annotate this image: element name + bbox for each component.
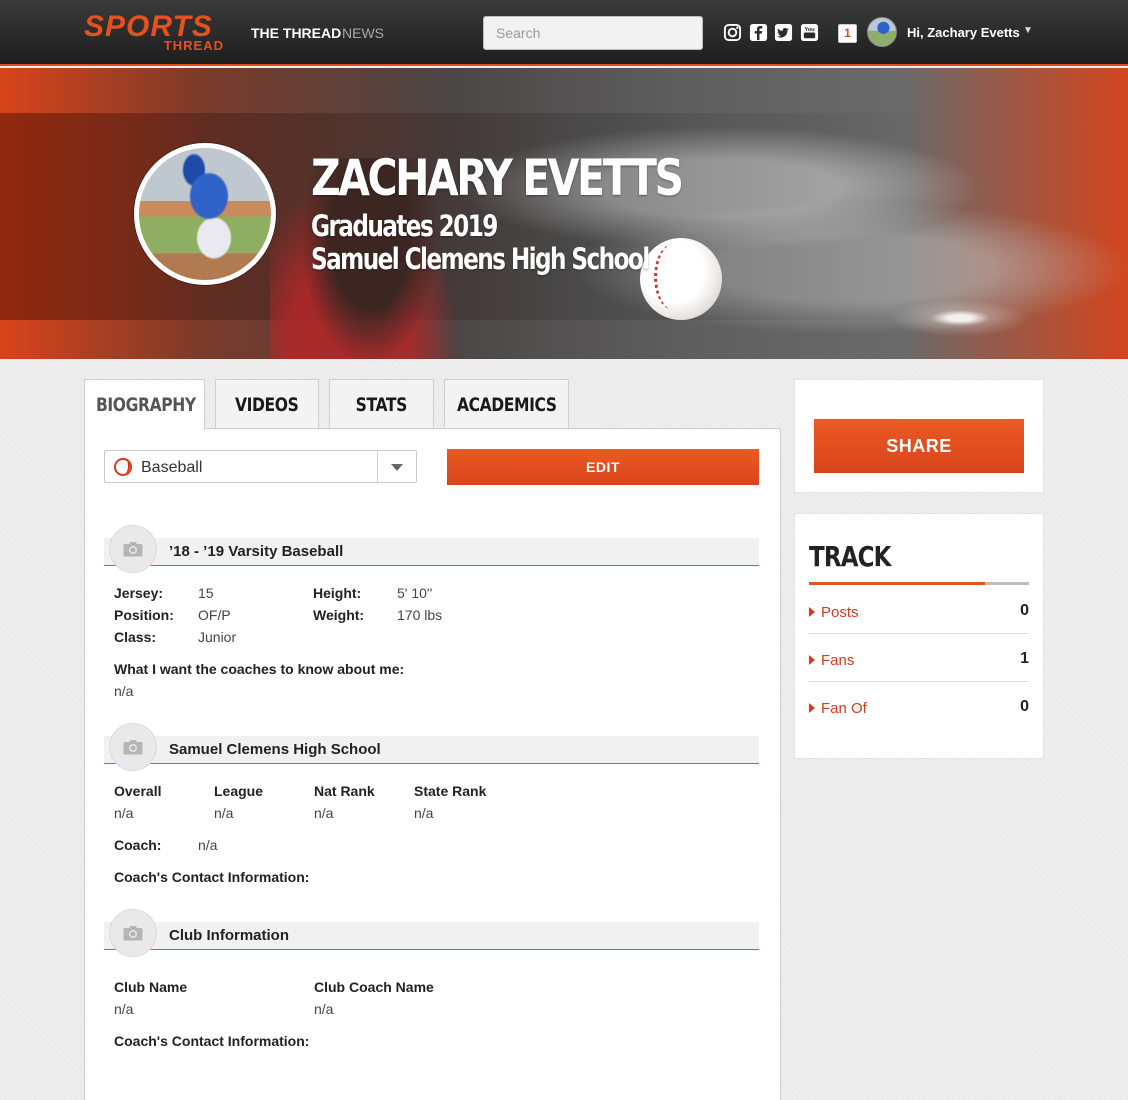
graduation-year: Graduates 2019 [311,209,498,243]
caret-right-icon [809,703,815,713]
track-title: TRACK [809,540,891,573]
overall-value: n/a [114,805,134,821]
camera-icon[interactable] [109,525,157,573]
nat-rank-value: n/a [314,805,334,821]
track-count: 0 [1020,602,1029,619]
sport-select[interactable]: Baseball [104,450,417,483]
chevron-down-icon[interactable]: ▼ [1023,25,1033,36]
youtube-icon[interactable]: You [800,23,819,42]
logo-word-bottom: THREAD [163,38,224,53]
coach-label: Coach: [114,837,162,853]
twitter-icon[interactable] [774,23,793,42]
section-header-varsity: ’18 - ’19 Varsity Baseball [104,538,759,566]
svg-text:You: You [804,27,815,33]
state-rank-label: State Rank [414,783,487,799]
instagram-icon[interactable] [723,23,742,42]
class-value: Junior [198,629,237,645]
biography-panel [84,428,781,1100]
track-row-fans[interactable]: Fans 1 [809,650,1029,671]
tab-biography[interactable]: BIOGRAPHY [84,379,205,430]
coach-value: n/a [198,837,218,853]
club-name-value: n/a [114,1001,134,1017]
league-label: League [214,783,264,799]
position-value: OF/P [198,607,231,623]
divider [809,633,1029,634]
tab-academics-label: ACADEMICS [456,394,557,416]
divider [809,681,1029,682]
sport-select-value: Baseball [141,459,203,476]
height-label: Height: [313,585,362,601]
baseball-icon [114,458,132,476]
track-count: 1 [1020,650,1029,667]
track-label[interactable]: Fans [821,652,854,669]
coach-contact-label: Coach's Contact Information: [114,869,310,885]
track-row-fan-of[interactable]: Fan Of 0 [809,698,1029,719]
section-header-club: Club Information [104,922,759,950]
edit-button[interactable]: EDIT [447,449,759,485]
jersey-label: Jersey: [114,585,164,601]
jersey-value: 15 [198,585,214,601]
section-title: Samuel Clemens High School [169,741,381,758]
facebook-icon[interactable] [749,23,768,42]
section-title: ’18 - ’19 Varsity Baseball [169,543,344,560]
tab-videos[interactable]: VIDEOS [215,379,319,429]
select-divider [377,451,378,482]
state-rank-value: n/a [414,805,434,821]
class-label: Class: [114,629,157,645]
track-underline-accent [809,582,985,585]
caret-right-icon [809,607,815,617]
coaches-note-label: What I want the coaches to know about me… [114,661,405,677]
tab-biography-label: BIOGRAPHY [95,394,196,416]
user-greeting[interactable]: Hi, Zachary Evetts [907,25,1020,40]
club-coach-label: Club Coach Name [314,979,434,995]
search-input[interactable] [483,16,703,50]
chevron-down-icon[interactable] [391,464,403,471]
hero-baseball-graphic [640,238,722,320]
track-label[interactable]: Posts [821,604,859,621]
tab-stats[interactable]: STATS [329,379,434,429]
tab-stats-label: STATS [355,394,408,416]
section-header-school: Samuel Clemens High School [104,736,759,764]
notification-badge[interactable]: 1 [838,24,857,43]
club-name-label: Club Name [114,979,188,995]
league-value: n/a [214,805,234,821]
camera-icon[interactable] [109,723,157,771]
position-label: Position: [114,607,174,623]
track-label[interactable]: Fan Of [821,700,867,717]
height-value: 5' 10'' [397,585,433,601]
weight-label: Weight: [313,607,365,623]
camera-icon[interactable] [109,909,157,957]
nav-link-the-thread[interactable]: THE THREAD [251,25,341,41]
share-button[interactable]: SHARE [814,419,1024,473]
track-count: 0 [1020,698,1029,715]
section-title: Club Information [169,927,289,944]
tab-academics[interactable]: ACADEMICS [444,379,569,429]
weight-value: 170 lbs [397,607,443,623]
overall-label: Overall [114,783,162,799]
sportsthread-logo[interactable]: SPORTS THREAD [84,12,224,54]
nav-link-news[interactable]: NEWS [342,25,384,41]
profile-photo[interactable] [134,143,276,285]
top-nav: SPORTS THREAD THE THREAD NEWS You 1 Hi, … [0,0,1128,66]
user-avatar[interactable] [867,17,897,47]
caret-right-icon [809,655,815,665]
track-row-posts[interactable]: Posts 0 [809,602,1029,623]
club-coach-value: n/a [314,1001,334,1017]
high-school-name: Samuel Clemens High School [311,242,650,276]
coaches-note-value: n/a [114,683,134,699]
tab-videos-label: VIDEOS [235,394,299,416]
nat-rank-label: Nat Rank [314,783,375,799]
athlete-name: ZACHARY EVETTS [311,149,684,207]
club-contact-label: Coach's Contact Information: [114,1033,310,1049]
